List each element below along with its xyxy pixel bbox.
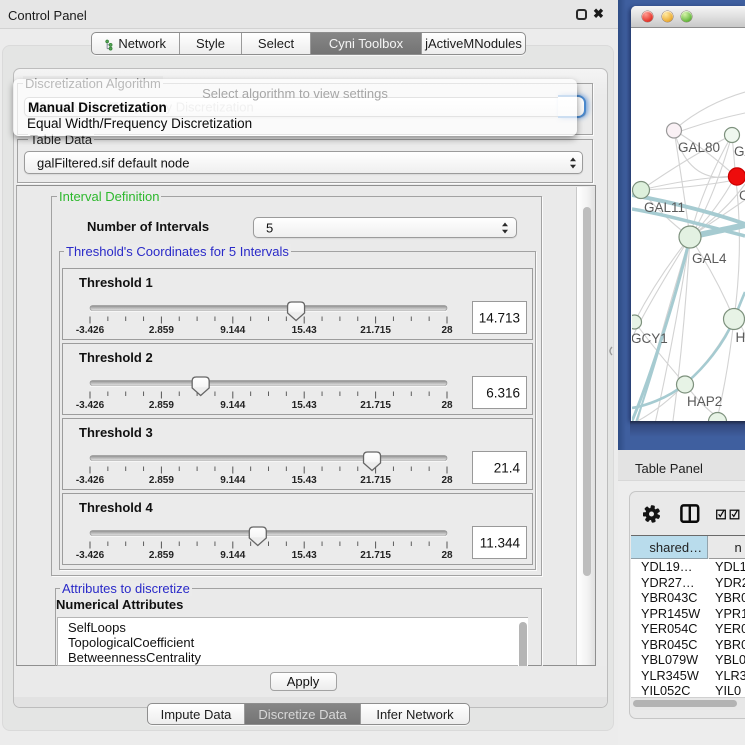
svg-text:28: 28 (441, 550, 453, 561)
svg-text:GAL11: GAL11 (644, 200, 685, 215)
svg-text:-3.426: -3.426 (76, 550, 105, 561)
svg-text:15.43: 15.43 (292, 325, 317, 336)
svg-text:28: 28 (441, 400, 453, 411)
svg-text:15.43: 15.43 (292, 475, 317, 486)
svg-text:21.715: 21.715 (360, 550, 391, 561)
svg-text:28: 28 (441, 475, 453, 486)
svg-text:C: C (739, 188, 745, 203)
svg-text:HAP2: HAP2 (687, 394, 722, 409)
svg-text:2.859: 2.859 (149, 550, 174, 561)
svg-text:21.715: 21.715 (360, 325, 391, 336)
svg-text:9.144: 9.144 (220, 550, 245, 561)
svg-text:28: 28 (441, 325, 453, 336)
svg-text:15.43: 15.43 (292, 400, 317, 411)
svg-text:21.715: 21.715 (360, 400, 391, 411)
svg-text:15.43: 15.43 (292, 550, 317, 561)
svg-text:-3.426: -3.426 (76, 400, 105, 411)
svg-text:2.859: 2.859 (149, 400, 174, 411)
svg-text:GAL4: GAL4 (692, 251, 727, 266)
svg-text:GCY1: GCY1 (632, 331, 668, 346)
svg-text:H: H (736, 330, 745, 345)
svg-text:9.144: 9.144 (220, 475, 245, 486)
svg-text:9.144: 9.144 (220, 400, 245, 411)
svg-text:GA: GA (734, 144, 745, 159)
svg-text:-3.426: -3.426 (76, 325, 105, 336)
svg-text:GAL80: GAL80 (678, 140, 720, 155)
svg-text:2.859: 2.859 (149, 475, 174, 486)
svg-text:-3.426: -3.426 (76, 475, 105, 486)
svg-text:2.859: 2.859 (149, 325, 174, 336)
svg-text:9.144: 9.144 (220, 325, 245, 336)
svg-text:21.715: 21.715 (360, 475, 391, 486)
